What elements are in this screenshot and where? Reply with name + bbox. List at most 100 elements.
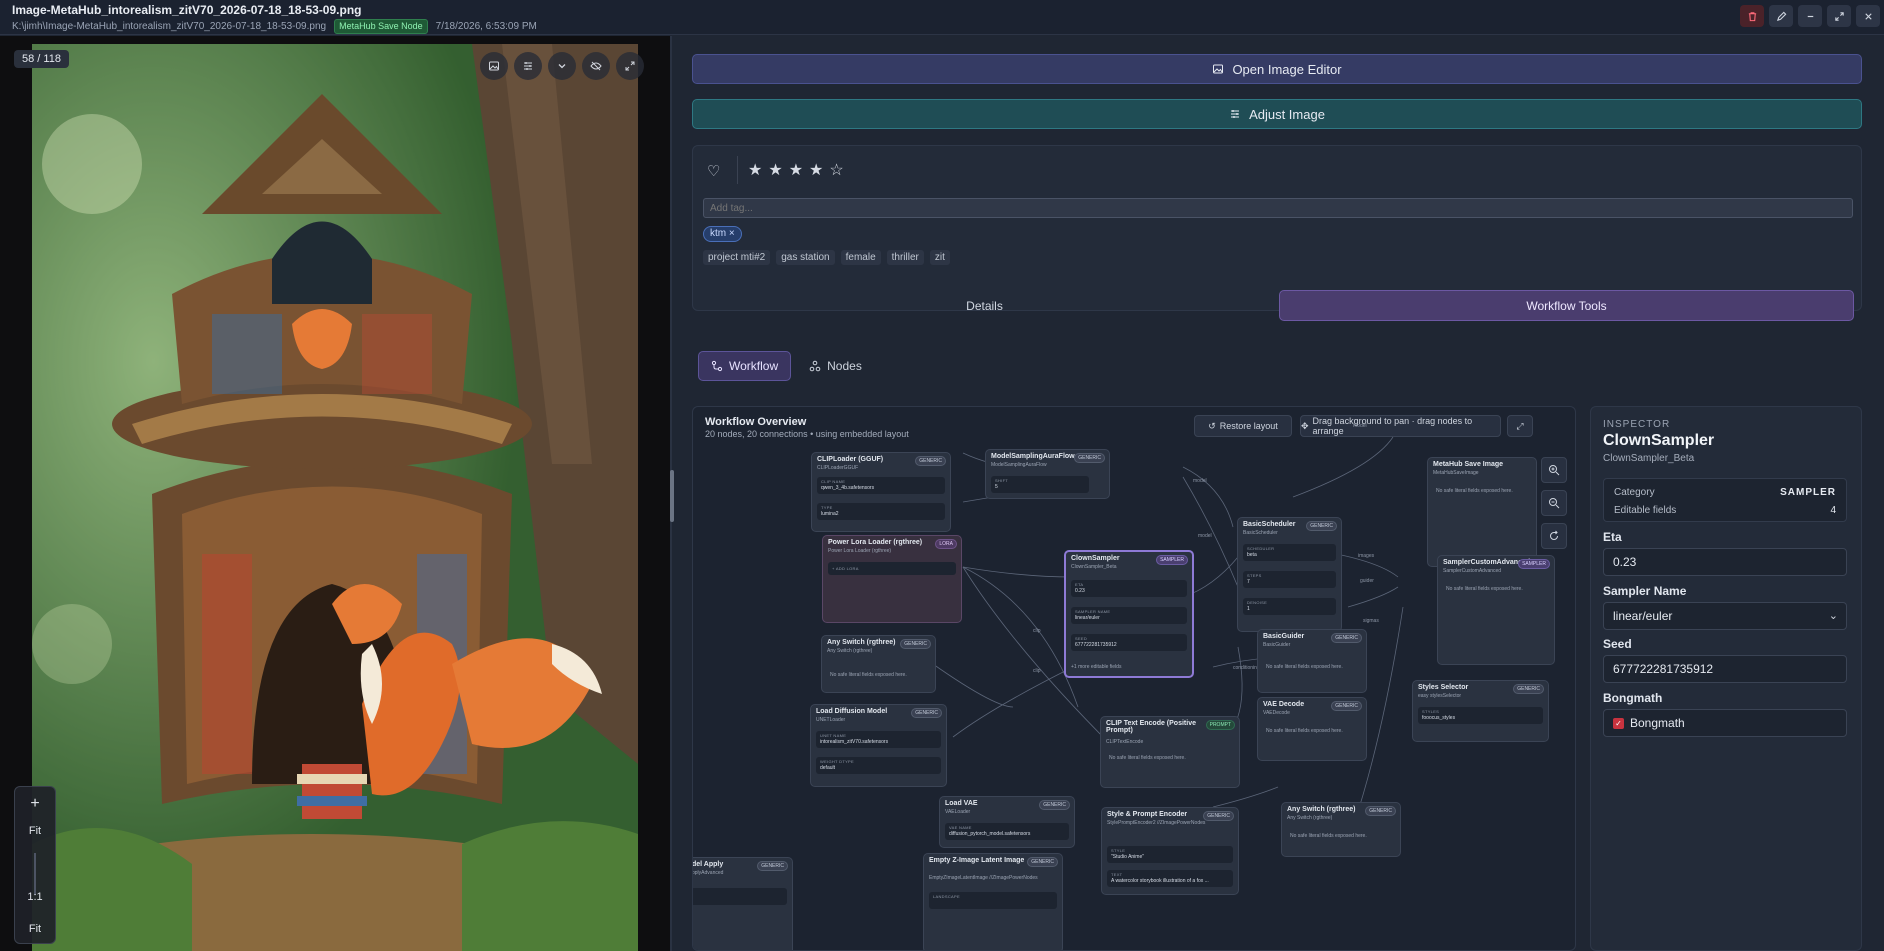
node-model-sampling[interactable]: ModelSamplingAuraFlow ModelSamplingAuraF…: [985, 449, 1110, 499]
node-clip-loader[interactable]: CLIPLoader (GGUF) CLIPLoaderGGUF GENERIC…: [811, 452, 951, 532]
tab-details[interactable]: Details: [692, 290, 1277, 321]
workflow-canvas[interactable]: Workflow Overview 20 nodes, 20 connectio…: [692, 406, 1576, 951]
tab-workflow-tools[interactable]: Workflow Tools: [1279, 290, 1854, 321]
close-icon[interactable]: [1856, 5, 1880, 27]
node-field[interactable]: TEXT A watercolor storybook illustration …: [1107, 870, 1233, 887]
bongmath-checkbox-label: Bongmath: [1630, 716, 1685, 730]
tag-suggestion[interactable]: gas station: [776, 250, 835, 265]
checkbox-checked-icon: ✓: [1613, 718, 1624, 729]
node-power-lora-loader[interactable]: Power Lora Loader (rgthree) Power Lora L…: [822, 535, 962, 623]
eta-input[interactable]: 0.23: [1603, 548, 1847, 576]
subtab-nodes[interactable]: Nodes: [797, 351, 874, 381]
node-any-switch-2[interactable]: Any Switch (rgthree) Any Switch (rgthree…: [1281, 802, 1401, 857]
node-field[interactable]: SHIFT 5: [991, 476, 1089, 493]
bongmath-checkbox[interactable]: ✓ Bongmath: [1603, 709, 1847, 737]
node-field[interactable]: CLIP NAME qwen_3_4b.safetensors: [817, 477, 945, 494]
add-tag-input[interactable]: [703, 198, 1853, 218]
node-field[interactable]: SCHEDULER beta: [1243, 544, 1336, 561]
selected-tag-chip[interactable]: ktm ×: [703, 226, 742, 242]
node-title: Power Lora Loader (rgthree): [828, 539, 923, 546]
open-image-editor-label: Open Image Editor: [1232, 61, 1342, 77]
node-field[interactable]: WEIGHT DTYPE default: [816, 757, 941, 774]
tag-suggestion[interactable]: project mti#2: [703, 250, 771, 265]
zoom-1to1-button[interactable]: 1:1: [15, 891, 55, 903]
add-lora-button[interactable]: + ADD LORA: [828, 562, 956, 575]
node-styles-selector[interactable]: Styles Selector easy stylesSelector GENE…: [1412, 680, 1549, 742]
zoom-out-icon[interactable]: [1541, 490, 1567, 516]
expand-icon[interactable]: [616, 52, 644, 80]
zoom-fit-label: Fit: [28, 825, 42, 837]
node-model-apply[interactable]: del Apply pplyAdvanced GENERIC: [693, 857, 793, 950]
node-field[interactable]: TYPE lumina2: [817, 503, 945, 520]
node-clown-sampler[interactable]: ClownSampler ClownSampler_Beta SAMPLER E…: [1064, 550, 1194, 678]
tag-suggestion[interactable]: zit: [929, 250, 950, 265]
node-basic-scheduler[interactable]: BasicScheduler BasicScheduler GENERIC SC…: [1237, 517, 1342, 632]
image-icon[interactable]: [480, 52, 508, 80]
node-vae-decode[interactable]: VAE Decode VAEDecode GENERIC No safe lit…: [1257, 697, 1367, 761]
star-icon[interactable]: ★: [748, 160, 762, 180]
node-message: No safe literal fields exposed here.: [830, 672, 907, 678]
adjust-image-button[interactable]: Adjust Image: [692, 99, 1862, 129]
delete-icon[interactable]: [1740, 5, 1764, 27]
reset-view-icon[interactable]: [1541, 523, 1567, 549]
subtab-workflow[interactable]: Workflow: [698, 351, 792, 381]
node-clip-text-encode[interactable]: CLIP Text Encode (Positive Prompt) CLIPT…: [1100, 716, 1240, 788]
node-class: UNETLoader: [816, 717, 846, 723]
node-sampler-custom-advanced[interactable]: SamplerCustomAdvanced SamplerCustomAdvan…: [1437, 555, 1555, 665]
restore-icon[interactable]: [1827, 5, 1851, 27]
star-icon[interactable]: ★: [768, 160, 782, 180]
node-class: EmptyZImageLatentImage //ZImagePowerNode…: [929, 875, 1038, 881]
node-class: CLIPTextEncode: [1106, 739, 1144, 745]
star-icon[interactable]: ★: [789, 160, 803, 180]
node-title: Load Diffusion Model: [816, 708, 888, 715]
node-save-image[interactable]: MetaHub Save Image MetaHubSaveImage No s…: [1427, 457, 1537, 567]
node-load-diffusion-model[interactable]: Load Diffusion Model UNETLoader GENERIC …: [810, 704, 947, 787]
minimize-icon[interactable]: [1798, 5, 1822, 27]
star-empty-icon[interactable]: ☆: [829, 160, 843, 180]
node-field[interactable]: ETA 0.23: [1071, 580, 1187, 597]
field-value: 0.23: [1075, 588, 1085, 594]
star-icon[interactable]: ★: [809, 160, 823, 180]
zoom-in-button[interactable]: +: [15, 795, 55, 813]
node-field[interactable]: STEPS 7: [1243, 571, 1336, 588]
heart-icon[interactable]: ♡: [707, 162, 720, 180]
image-viewer[interactable]: 58 / 118 + Fit 1:1 Fit: [0, 36, 670, 951]
field-label: ETA: [1075, 582, 1084, 587]
star-rating[interactable]: ★ ★ ★ ★ ☆: [737, 156, 844, 184]
edge-label: model: [1353, 423, 1367, 429]
open-image-editor-button[interactable]: Open Image Editor: [692, 54, 1862, 84]
edit-icon[interactable]: [1769, 5, 1793, 27]
node-any-switch[interactable]: Any Switch (rgthree) Any Switch (rgthree…: [821, 635, 936, 693]
node-field[interactable]: DENOISE 1: [1243, 598, 1336, 615]
remove-tag-icon[interactable]: ×: [729, 228, 735, 239]
tag-suggestion[interactable]: female: [840, 250, 881, 265]
node-load-vae[interactable]: Load VAE VAELoader GENERIC VAE NAME diffu…: [939, 796, 1075, 848]
node-field[interactable]: SAMPLER NAME linear/euler: [1071, 607, 1187, 624]
node-field[interactable]: STYLE "Studio Anime": [1107, 846, 1233, 863]
tag-suggestion[interactable]: thriller: [886, 250, 924, 265]
node-empty-latent-image[interactable]: Empty Z-Image Latent Image EmptyZImageLa…: [923, 853, 1063, 950]
node-style-prompt-encoder[interactable]: Style & Prompt Encoder StylePromptEncode…: [1101, 807, 1239, 895]
splitter-grip[interactable]: [670, 470, 674, 522]
field-label: UNET NAME: [820, 733, 847, 738]
chevron-down-icon[interactable]: [548, 52, 576, 80]
node-title: MetaHub Save Image: [1433, 461, 1504, 468]
node-field[interactable]: [693, 888, 787, 905]
node-class: SamplerCustomAdvanced: [1443, 568, 1502, 574]
window-title: Image-MetaHub_intorealism_zitV70_2026-07…: [12, 3, 362, 17]
field-value: qwen_3_4b.safetensors: [821, 485, 875, 491]
node-basic-guider[interactable]: BasicGuider BasicGuider GENERIC No safe …: [1257, 629, 1367, 693]
node-field[interactable]: UNET NAME intorealism_zitV70.safetensors: [816, 731, 941, 748]
node-field[interactable]: VAE NAME diffusion_pytorch_model.safetens…: [945, 823, 1069, 840]
eye-off-icon[interactable]: [582, 52, 610, 80]
sampler-name-select[interactable]: linear/euler ⌄: [1603, 602, 1847, 630]
sliders-icon[interactable]: [514, 52, 542, 80]
seed-input[interactable]: 677722281735912: [1603, 655, 1847, 683]
node-title: CLIPLoader (GGUF): [817, 456, 884, 463]
zoom-fit-button[interactable]: Fit: [15, 923, 55, 935]
node-field[interactable]: SEED 677722281735912: [1071, 634, 1187, 651]
title-bar: Image-MetaHub_intorealism_zitV70_2026-07…: [0, 0, 1884, 35]
zoom-in-icon[interactable]: [1541, 457, 1567, 483]
node-field[interactable]: STYLES fooocus_styles: [1418, 707, 1543, 724]
node-field[interactable]: LANDSCAPE: [929, 892, 1057, 909]
